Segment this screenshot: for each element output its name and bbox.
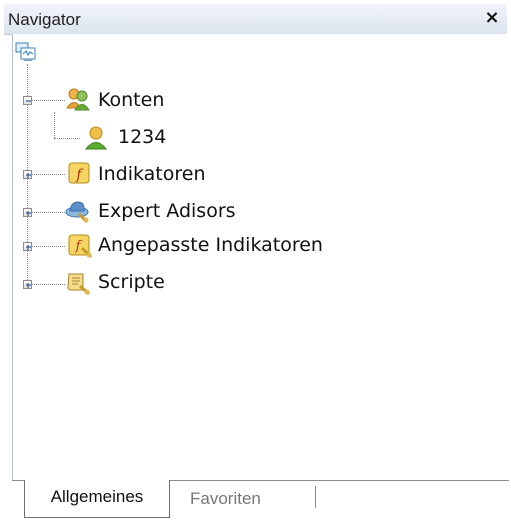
- tree-item-expert-advisors[interactable]: Expert Adisors: [98, 200, 236, 222]
- expert-advisor-icon: [65, 201, 89, 224]
- tab-bar: Allgemeines Favoriten: [12, 480, 509, 530]
- tree-connector-line: [54, 112, 55, 138]
- expand-custom-indicators-button[interactable]: [23, 242, 32, 251]
- tree-connector-line: [32, 246, 65, 247]
- expand-indikatoren-button[interactable]: [23, 170, 32, 179]
- expand-expert-advisors-button[interactable]: [23, 208, 32, 217]
- tree-item-konten[interactable]: Konten: [98, 89, 164, 111]
- accounts-icon: [66, 88, 90, 111]
- tab-allgemeines[interactable]: Allgemeines: [24, 480, 170, 518]
- navigator-tree: Konten 1234 f Indikatoren Expert Adisors: [12, 34, 510, 480]
- title-bar: Navigator ×: [4, 4, 507, 35]
- expand-scripts-button[interactable]: [23, 280, 32, 289]
- panel-title: Navigator: [8, 10, 81, 29]
- collapse-konten-button[interactable]: [23, 96, 32, 105]
- indicator-icon: f: [68, 162, 90, 184]
- tree-connector-line: [32, 212, 65, 213]
- tree-connector-line: [32, 284, 65, 285]
- user-account-icon: [84, 126, 108, 150]
- tree-item-custom-indicators[interactable]: Angepasste Indikatoren: [98, 234, 323, 256]
- tree-item-scripts[interactable]: Scripte: [98, 271, 165, 293]
- tree-item-indikatoren[interactable]: Indikatoren: [98, 163, 206, 185]
- tree-connector-line: [32, 100, 65, 101]
- script-icon: [67, 273, 90, 296]
- custom-indicator-icon: f: [68, 234, 93, 259]
- navigator-panel: Navigator × Konten 1234 f Indikatoren Ex…: [0, 0, 511, 530]
- tree-connector-line: [54, 138, 80, 139]
- tab-favoriten[interactable]: Favoriten: [190, 489, 261, 509]
- tab-separator: [315, 486, 316, 508]
- tree-connector-line: [32, 174, 65, 175]
- tree-item-account-1234[interactable]: 1234: [118, 126, 166, 148]
- close-button[interactable]: ×: [483, 8, 501, 28]
- terminal-icon[interactable]: [15, 42, 37, 62]
